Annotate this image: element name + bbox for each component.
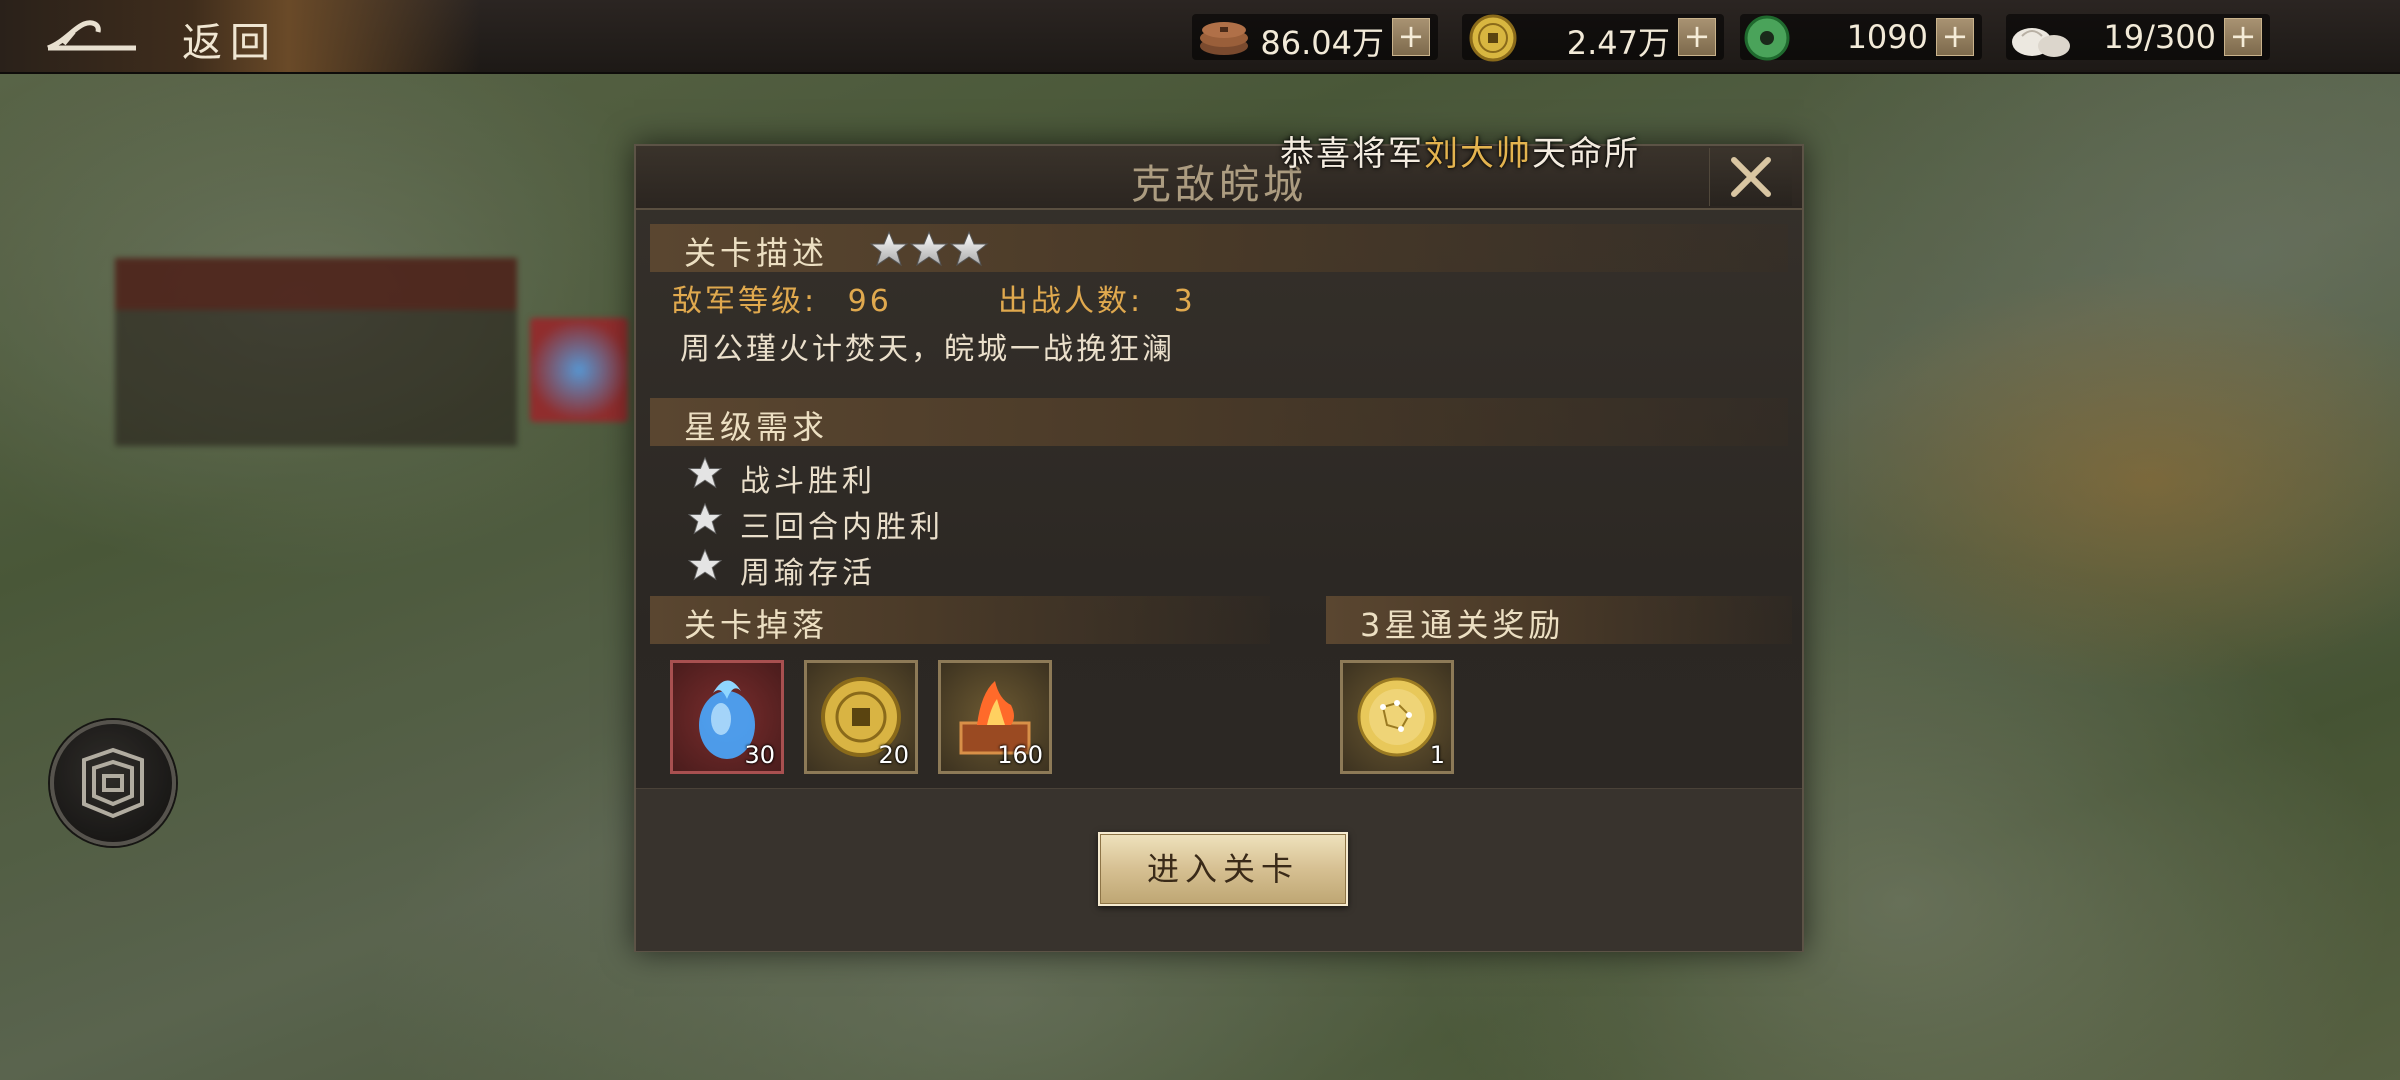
blurred-info-panel <box>115 258 517 446</box>
codex-button[interactable] <box>50 720 176 846</box>
drop-item[interactable]: 20 <box>804 660 918 774</box>
star-icon <box>909 230 949 267</box>
section-drops-label: 关卡掉落 <box>684 606 829 644</box>
drop-item[interactable]: 160 <box>938 660 1052 774</box>
resource-gold: 2.47万 + <box>1462 14 1724 62</box>
star-icon <box>870 230 909 267</box>
notice-suffix: 天命所 <box>1532 134 1640 174</box>
jade-icon <box>1744 15 1790 61</box>
section-description: 关卡描述 <box>650 224 1788 272</box>
deploy-count-label: 出战人数: <box>998 284 1144 319</box>
steamed-bun-icon <box>2012 28 2070 57</box>
section-star-requirements: 星级需求 <box>650 398 1788 446</box>
difficulty-stars <box>870 230 989 267</box>
star-icon <box>687 502 723 535</box>
requirement-text: 三回合内胜利 <box>740 510 944 545</box>
resource-copper: 86.04万 + <box>1192 14 1438 62</box>
gold-coin-icon <box>1469 14 1517 62</box>
back-label: 返回 <box>182 20 278 66</box>
star-icon <box>687 456 723 489</box>
stamina-value: 19/300 <box>2103 18 2216 56</box>
reward-item[interactable]: 1 <box>1340 660 1454 774</box>
codex-icon <box>82 747 144 819</box>
section-three-star-reward-label: 3星通关奖励 <box>1360 606 1565 644</box>
requirement-text: 战斗胜利 <box>740 464 876 499</box>
broadcast-notice: 恭喜将军刘大帅天命所 <box>1280 126 1640 175</box>
enemy-level: 敌军等级: 96 <box>672 276 892 320</box>
deploy-count: 出战人数: 3 <box>998 276 1196 320</box>
gold-value: 2.47万 <box>1566 24 1670 62</box>
requirement-text: 周瑜存活 <box>740 556 876 591</box>
back-arrow-icon <box>47 20 136 51</box>
add-copper-button[interactable]: + <box>1392 18 1430 56</box>
requirement-item: 三回合内胜利 <box>687 502 940 545</box>
add-stamina-button[interactable]: + <box>2224 18 2262 56</box>
star-icon <box>687 548 723 581</box>
blurred-item-card <box>530 318 628 422</box>
item-count: 20 <box>878 741 909 769</box>
copper-value: 86.04万 <box>1260 24 1384 62</box>
resource-jade: 1090 + <box>1740 14 1982 61</box>
item-count: 30 <box>744 741 775 769</box>
enter-stage-button[interactable]: 进入关卡 <box>1098 832 1348 906</box>
stage-description: 周公瑾火计焚天，皖城一战挽狂澜 <box>680 332 1175 367</box>
deploy-count-value: 3 <box>1173 284 1196 319</box>
stage-detail-dialog: 克敌皖城 关卡描述 敌军等级: 96 出战人数: 3 周公瑾火计焚天，皖城一战挽… <box>634 144 1804 952</box>
item-count: 160 <box>997 741 1043 769</box>
item-count: 1 <box>1429 741 1445 769</box>
star-icon <box>949 230 989 267</box>
notice-player-name: 刘大帅 <box>1424 134 1532 174</box>
add-gold-button[interactable]: + <box>1678 18 1716 56</box>
top-bar: 返回 86.04万 + 2.47万 + 1090 + 19/300 + <box>0 0 2400 74</box>
resource-stamina: 19/300 + <box>2006 14 2270 60</box>
jade-value: 1090 <box>1846 18 1928 56</box>
back-button[interactable]: 返回 <box>0 0 480 72</box>
close-button[interactable] <box>1709 148 1792 206</box>
add-jade-button[interactable]: + <box>1936 18 1974 56</box>
section-three-star-reward: 3星通关奖励 <box>1326 596 1792 644</box>
game-screen: 返回 86.04万 + 2.47万 + 1090 + 19/300 + 恭喜将军… <box>0 0 2400 1080</box>
enemy-level-label: 敌军等级: <box>672 284 818 319</box>
requirement-item: 周瑜存活 <box>687 548 872 591</box>
drop-item[interactable]: 30 <box>670 660 784 774</box>
section-star-requirements-label: 星级需求 <box>684 408 829 446</box>
copper-coins-icon <box>1200 22 1248 55</box>
requirement-item: 战斗胜利 <box>687 456 872 499</box>
section-drops: 关卡掉落 <box>650 596 1270 644</box>
notice-prefix: 恭喜将军 <box>1280 134 1424 174</box>
close-icon <box>1731 157 1771 197</box>
enemy-level-value: 96 <box>847 284 892 319</box>
section-description-label: 关卡描述 <box>684 234 829 272</box>
